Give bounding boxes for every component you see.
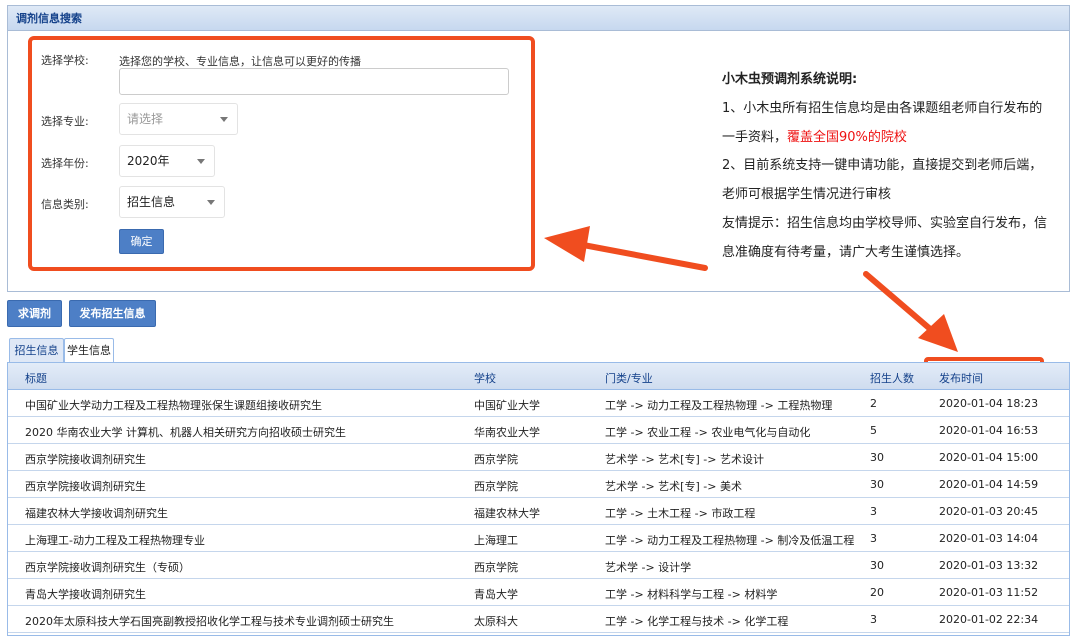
table-row[interactable]: 西京学院接收调剂研究生 西京学院 艺术学 -> 艺术[专] -> 美术 30 2020-… — [8, 471, 1069, 498]
row-title[interactable]: 西京学院接收调剂研究生 — [25, 451, 146, 467]
table-row[interactable]: 青岛大学接收调剂研究生 青岛大学 工学 -> 材料科学与工程 -> 材料学 20 202… — [8, 579, 1069, 606]
table-row[interactable]: 中国矿业大学动力工程及工程热物理张保生课题组接收研究生 中国矿业大学 工学 -> 动… — [8, 390, 1069, 417]
table-header: 标题 学校 门类/专业 招生人数 发布时间 — [8, 363, 1069, 390]
description-line3b: 息准确度有待考量，请广大考生谨慎选择。 — [722, 244, 970, 260]
description-line2: 2、目前系统支持一键申请功能，直接提交到老师后端， — [722, 158, 1043, 174]
row-count: 30 — [870, 559, 884, 572]
row-count: 20 — [870, 586, 884, 599]
row-major: 工学 -> 农业工程 -> 农业电气化与自动化 — [605, 426, 811, 439]
header-count[interactable]: 招生人数 — [870, 370, 914, 386]
row-date: 2020-01-04 18:23 — [939, 397, 1039, 410]
recruitment-table: 标题 学校 门类/专业 招生人数 发布时间 中国矿业大学动力工程及工程热物理张保… — [7, 362, 1070, 636]
table-row[interactable]: 上海理工-动力工程及工程热物理专业 上海理工 工学 -> 动力工程及工程热物理 ->… — [8, 525, 1069, 552]
row-count: 3 — [870, 505, 877, 518]
row-title[interactable]: 西京学院接收调剂研究生 — [25, 478, 146, 494]
header-school[interactable]: 学校 — [474, 370, 496, 386]
publish-recruitment-button[interactable]: 发布招生信息 — [69, 300, 156, 327]
system-description: 小木虫预调剂系统说明: 1、小木虫所有招生信息均是由各课题组老师自行发布的 一手… — [722, 66, 1072, 268]
row-major: 工学 -> 化学工程与技术 -> 化学工程 — [605, 615, 789, 628]
row-school: 青岛大学 — [474, 588, 518, 601]
panel-title: 调剂信息搜索 — [8, 6, 1069, 31]
row-count: 30 — [870, 451, 884, 464]
row-title[interactable]: 2020 华南农业大学 计算机、机器人相关研究方向招收硕士研究生 — [25, 424, 346, 440]
description-title: 小木虫预调剂系统说明: — [722, 72, 858, 87]
row-count: 2 — [870, 397, 877, 410]
row-title[interactable]: 福建农林大学接收调剂研究生 — [25, 505, 168, 521]
row-major: 艺术学 -> 设计学 — [605, 561, 692, 574]
table-row[interactable]: 西京学院接收调剂研究生（专硕） 西京学院 艺术学 -> 设计学 30 2020-01-0… — [8, 552, 1069, 579]
description-line1b-row: 一手资料，覆盖全国90%的院校 — [722, 124, 1072, 153]
row-count: 3 — [870, 613, 877, 626]
row-count: 30 — [870, 478, 884, 491]
row-school: 上海理工 — [474, 534, 518, 547]
page-root: { "panel": { "title": "调剂信息搜索", "hint": … — [0, 0, 1080, 636]
row-date: 2020-01-03 14:04 — [939, 532, 1039, 545]
row-major: 工学 -> 动力工程及工程热物理 -> 制冷及低温工程 — [605, 534, 855, 547]
row-school: 西京学院 — [474, 453, 518, 466]
table-row[interactable]: 西京学院接收调剂研究生 西京学院 艺术学 -> 艺术[专] -> 艺术设计 30 202… — [8, 444, 1069, 471]
coverage-highlight: 覆盖全国90%的院校 — [787, 129, 907, 145]
row-major: 艺术学 -> 艺术[专] -> 艺术设计 — [605, 453, 764, 466]
description-line1a: 1、小木虫所有招生信息均是由各课题组老师自行发布的 — [722, 100, 1043, 116]
description-line1b: 一手资料， — [722, 129, 788, 145]
row-school: 太原科大 — [474, 615, 518, 628]
row-title[interactable]: 青岛大学接收调剂研究生 — [25, 586, 146, 602]
row-major: 工学 -> 土木工程 -> 市政工程 — [605, 507, 756, 520]
row-major: 工学 -> 材料科学与工程 -> 材料学 — [605, 588, 778, 601]
row-title[interactable]: 上海理工-动力工程及工程热物理专业 — [25, 532, 205, 548]
seek-adjustment-button[interactable]: 求调剂 — [7, 300, 62, 327]
table-row[interactable]: 2020年太原科技大学石国亮副教授招收化学工程与技术专业调剂硕士研究生 太原科大 工… — [8, 606, 1069, 633]
row-date: 2020-01-04 14:59 — [939, 478, 1039, 491]
table-row[interactable]: 2020 华南农业大学 计算机、机器人相关研究方向招收硕士研究生 华南农业大学 工学… — [8, 417, 1069, 444]
tab-students[interactable]: 学生信息 — [64, 338, 114, 363]
row-school: 中国矿业大学 — [474, 399, 540, 412]
row-title[interactable]: 中国矿业大学动力工程及工程热物理张保生课题组接收研究生 — [25, 397, 322, 413]
row-count: 5 — [870, 424, 877, 437]
row-count: 3 — [870, 532, 877, 545]
tab-recruitment[interactable]: 招生信息 — [9, 338, 64, 363]
row-title[interactable]: 2020年太原科技大学石国亮副教授招收化学工程与技术专业调剂硕士研究生 — [25, 613, 394, 629]
row-major: 艺术学 -> 艺术[专] -> 美术 — [605, 480, 742, 493]
row-date: 2020-01-04 16:53 — [939, 424, 1039, 437]
row-date: 2020-01-04 15:00 — [939, 451, 1039, 464]
row-school: 福建农林大学 — [474, 507, 540, 520]
header-date[interactable]: 发布时间 — [939, 370, 983, 386]
row-date: 2020-01-03 20:45 — [939, 505, 1039, 518]
header-title[interactable]: 标题 — [25, 370, 47, 386]
table-row[interactable]: 福建农林大学接收调剂研究生 福建农林大学 工学 -> 土木工程 -> 市政工程 3 20… — [8, 498, 1069, 525]
row-date: 2020-01-02 22:34 — [939, 613, 1039, 626]
description-line3: 友情提示：招生信息均由学校导师、实验室自行发布，信 — [722, 215, 1048, 231]
row-title[interactable]: 西京学院接收调剂研究生（专硕） — [25, 559, 190, 575]
description-line2b: 老师可根据学生情况进行审核 — [722, 187, 892, 203]
row-school: 华南农业大学 — [474, 426, 540, 439]
row-major: 工学 -> 动力工程及工程热物理 -> 工程热物理 — [605, 399, 833, 412]
header-major[interactable]: 门类/专业 — [605, 370, 653, 386]
row-school: 西京学院 — [474, 561, 518, 574]
row-date: 2020-01-03 13:32 — [939, 559, 1039, 572]
annotation-frame-search — [28, 36, 535, 271]
row-school: 西京学院 — [474, 480, 518, 493]
row-date: 2020-01-03 11:52 — [939, 586, 1039, 599]
